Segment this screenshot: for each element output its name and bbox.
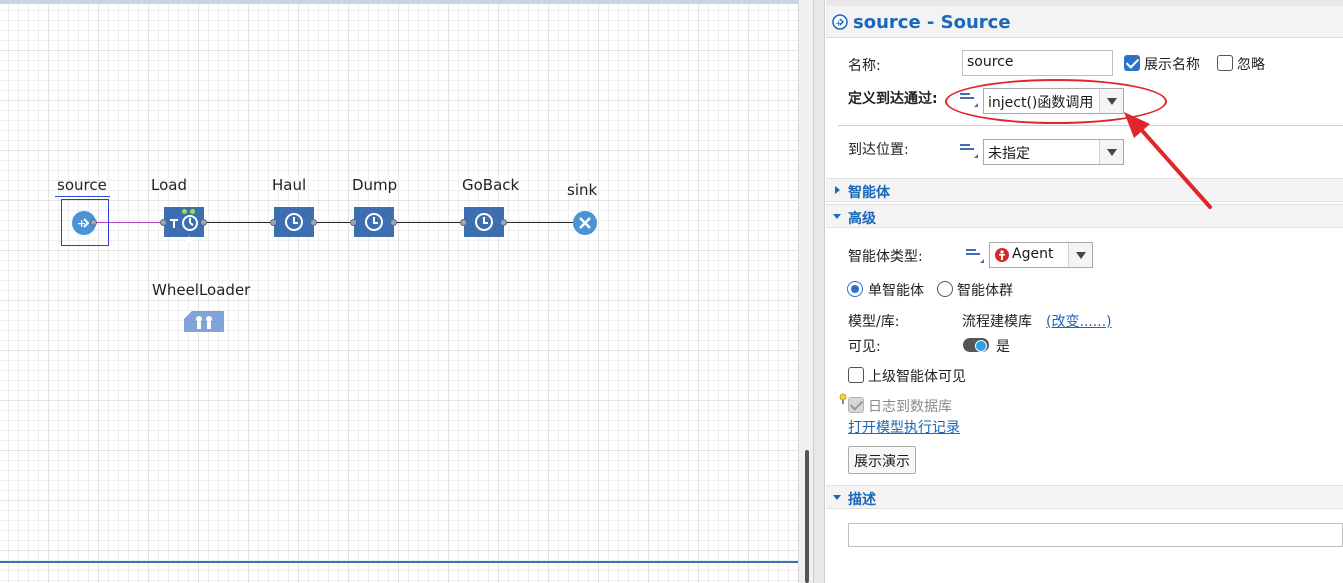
close-x-icon bbox=[579, 217, 591, 229]
chevron-down-icon[interactable] bbox=[1068, 243, 1092, 267]
arrival-location-dropdown[interactable]: 未指定 bbox=[983, 139, 1124, 165]
source-label: source bbox=[57, 176, 107, 194]
agent-type-dropdown[interactable]: Agent bbox=[989, 242, 1093, 268]
name-label: 名称: bbox=[848, 58, 881, 74]
log-to-db-checkbox[interactable] bbox=[848, 397, 864, 413]
load-in-port[interactable] bbox=[160, 219, 167, 226]
sink-label: sink bbox=[567, 181, 598, 199]
agent-population-radio[interactable] bbox=[937, 281, 953, 297]
visible-value: 是 bbox=[996, 339, 1010, 355]
section-advanced-title: 高级 bbox=[848, 211, 876, 227]
connector-goback-sink[interactable] bbox=[504, 222, 574, 223]
source-label-underline bbox=[55, 196, 110, 197]
connector-dump-goback[interactable] bbox=[394, 222, 466, 223]
agent-icon bbox=[995, 248, 1009, 262]
section-advanced-header[interactable]: 高级 bbox=[826, 204, 1343, 228]
upper-agent-visible-label: 上级智能体可见 bbox=[868, 369, 966, 385]
single-agent-label: 单智能体 bbox=[868, 283, 924, 299]
agent-type-value: Agent bbox=[1012, 246, 1054, 262]
chevron-down-icon[interactable] bbox=[1099, 140, 1123, 164]
highlight-ellipse bbox=[945, 79, 1167, 124]
code-mode-icon[interactable] bbox=[966, 249, 984, 263]
resource-pool-icon bbox=[184, 311, 224, 332]
load-out-port[interactable] bbox=[200, 219, 207, 226]
wheelloader-label: WheelLoader bbox=[152, 281, 251, 299]
clock-icon bbox=[475, 213, 493, 231]
show-name-label: 展示名称 bbox=[1144, 57, 1200, 73]
source-out-port[interactable] bbox=[90, 219, 97, 226]
source-icon: + bbox=[832, 14, 848, 30]
clock-icon bbox=[285, 213, 303, 231]
log-to-db-label: 日志到数据库 bbox=[868, 399, 952, 415]
panel-title: source - Source bbox=[853, 12, 1011, 33]
show-name-checkbox[interactable] bbox=[1124, 55, 1140, 71]
collapse-arrow-icon bbox=[833, 214, 841, 219]
dump-label: Dump bbox=[352, 176, 398, 194]
connector-load-haul[interactable] bbox=[204, 222, 276, 223]
section-description-header[interactable]: 描述 bbox=[826, 485, 1343, 509]
clock-icon bbox=[365, 213, 383, 231]
lightbulb-icon bbox=[839, 393, 847, 404]
haul-label: Haul bbox=[272, 176, 307, 194]
model-canvas[interactable]: source Load Haul Dump GoBack sink WheelL… bbox=[0, 0, 798, 583]
canvas-scrollbar-thumb[interactable] bbox=[805, 450, 809, 583]
haul-block[interactable] bbox=[274, 207, 314, 237]
model-library-value: 流程建模库 bbox=[962, 314, 1032, 330]
visible-label: 可见: bbox=[848, 339, 881, 355]
haul-out-port[interactable] bbox=[310, 219, 317, 226]
name-field[interactable]: source bbox=[962, 50, 1113, 76]
arrival-location-value: 未指定 bbox=[988, 146, 1030, 162]
ignore-checkbox[interactable] bbox=[1217, 55, 1233, 71]
visible-toggle[interactable] bbox=[963, 338, 989, 352]
divider bbox=[838, 125, 1343, 126]
goback-block[interactable] bbox=[464, 207, 504, 237]
section-description-title: 描述 bbox=[848, 492, 876, 508]
dump-block[interactable] bbox=[354, 207, 394, 237]
show-demo-button[interactable]: 展示演示 bbox=[848, 446, 916, 474]
arrival-location-label: 到达位置: bbox=[848, 142, 909, 158]
dump-in-port[interactable] bbox=[350, 219, 357, 226]
panel-header: + source - Source bbox=[826, 6, 1343, 38]
sink-block[interactable] bbox=[573, 211, 597, 235]
canvas-top-border bbox=[0, 0, 812, 4]
dump-out-port[interactable] bbox=[390, 219, 397, 226]
goback-out-port[interactable] bbox=[500, 219, 507, 226]
load-resource-port[interactable] bbox=[185, 236, 193, 242]
haul-in-port[interactable] bbox=[270, 219, 277, 226]
ignore-label: 忽略 bbox=[1237, 57, 1265, 73]
wheelloader-resource-pool[interactable] bbox=[184, 311, 224, 332]
load-status-dot-1 bbox=[182, 209, 187, 214]
canvas-frame-boundary bbox=[0, 561, 798, 563]
section-agent-header[interactable]: 智能体 bbox=[826, 178, 1343, 202]
goback-in-port[interactable] bbox=[460, 219, 467, 226]
open-execution-log-link[interactable]: 打开模型执行记录 bbox=[848, 417, 960, 437]
upper-agent-visible-checkbox[interactable] bbox=[848, 367, 864, 383]
agent-type-label: 智能体类型: bbox=[848, 249, 923, 265]
model-library-label: 模型/库: bbox=[848, 314, 900, 330]
code-mode-icon[interactable] bbox=[960, 144, 978, 158]
load-status-dot-2 bbox=[190, 209, 195, 214]
section-agent-title: 智能体 bbox=[848, 185, 890, 201]
panel-splitter[interactable] bbox=[813, 0, 825, 583]
load-label: Load bbox=[151, 176, 187, 194]
change-library-link[interactable]: (改变......) bbox=[1046, 311, 1112, 331]
canvas-scrollbar[interactable] bbox=[798, 0, 813, 583]
agent-population-label: 智能体群 bbox=[957, 283, 1013, 299]
collapse-arrow-icon bbox=[833, 495, 841, 500]
goback-label: GoBack bbox=[462, 176, 520, 194]
single-agent-radio[interactable] bbox=[847, 281, 863, 297]
expand-arrow-icon bbox=[835, 186, 840, 194]
description-field[interactable] bbox=[848, 523, 1343, 547]
arrival-defined-label: 定义到达通过: bbox=[848, 91, 938, 107]
